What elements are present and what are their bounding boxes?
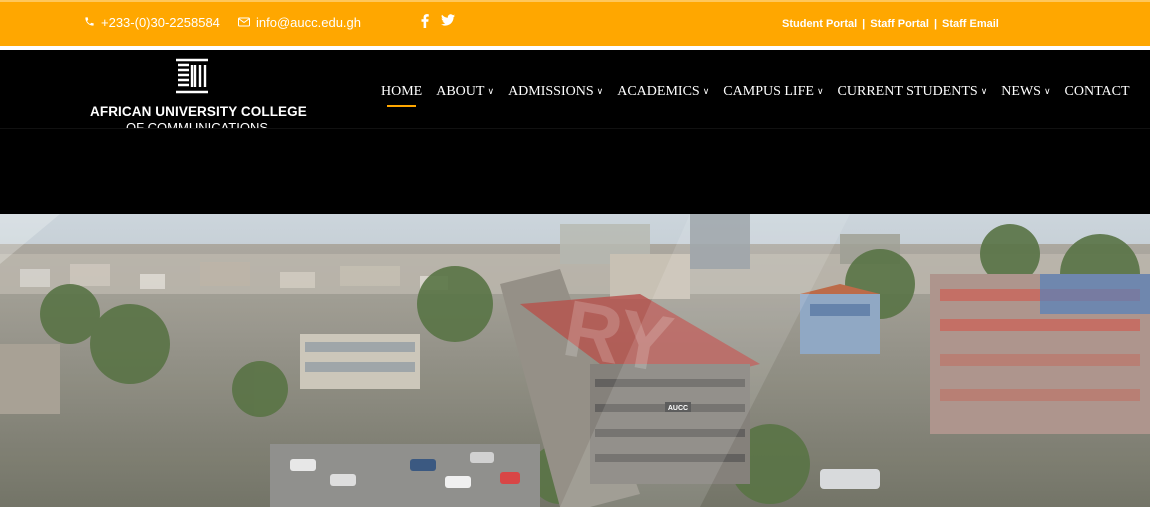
separator: | (862, 18, 866, 30)
twitter-icon[interactable] (441, 14, 455, 32)
nav-academics[interactable]: ACADEMICS ∨ (617, 84, 709, 100)
nav-label: ADMISSIONS (508, 84, 594, 99)
nav-news[interactable]: NEWS ∨ (1001, 84, 1050, 100)
campus-aerial-photo: AUCC RY (0, 214, 1150, 507)
top-contact-bar: +233-(0)30-2258584 info@aucc.edu.gh Stud… (0, 0, 1150, 46)
nav-campus-life[interactable]: CAMPUS LIFE ∨ (723, 84, 823, 100)
nav-about[interactable]: ABOUT ∨ (436, 84, 494, 100)
main-nav: HOME ABOUT ∨ ADMISSIONS ∨ ACADEMICS ∨ CA… (381, 84, 1144, 107)
header-spacer (0, 128, 1150, 215)
phone-text: +233-(0)30-2258584 (101, 15, 220, 30)
hero-image: AUCC RY (0, 214, 1150, 507)
chevron-down-icon: ∨ (702, 87, 710, 97)
main-header: AFRICAN UNIVERSITY COLLEGE OF COMMUNICAT… (0, 50, 1150, 135)
envelope-icon (238, 16, 250, 30)
site-logo[interactable]: AFRICAN UNIVERSITY COLLEGE OF COMMUNICAT… (90, 56, 307, 135)
aucc-logo-mark-icon (176, 58, 208, 94)
nav-label: CONTACT (1064, 84, 1130, 99)
chevron-down-icon: ∨ (596, 87, 604, 97)
student-portal-link[interactable]: Student Portal (782, 18, 857, 30)
chevron-down-icon: ∨ (1043, 87, 1051, 97)
portal-links: Student Portal | Staff Portal | Staff Em… (782, 18, 999, 30)
phone-contact[interactable]: +233-(0)30-2258584 (84, 15, 220, 30)
social-links (421, 14, 455, 32)
staff-portal-link[interactable]: Staff Portal (870, 18, 929, 30)
nav-contact[interactable]: CONTACT (1065, 84, 1130, 100)
staff-email-link[interactable]: Staff Email (942, 18, 999, 30)
nav-label: HOME (381, 84, 423, 99)
nav-current-students[interactable]: CURRENT STUDENTS ∨ (838, 84, 988, 100)
email-contact[interactable]: info@aucc.edu.gh (238, 15, 361, 30)
separator: | (933, 18, 938, 30)
chevron-down-icon: ∨ (816, 87, 824, 97)
nav-label: CURRENT STUDENTS (837, 84, 978, 99)
nav-home[interactable]: HOME (381, 84, 423, 107)
nav-admissions[interactable]: ADMISSIONS ∨ (508, 84, 603, 100)
logo-title: AFRICAN UNIVERSITY COLLEGE (90, 104, 307, 119)
nav-label: NEWS (1001, 84, 1041, 99)
email-text: info@aucc.edu.gh (256, 15, 361, 30)
chevron-down-icon: ∨ (980, 87, 988, 97)
nav-label: ABOUT (436, 84, 485, 99)
chevron-down-icon: ∨ (487, 87, 495, 97)
nav-label: CAMPUS LIFE (723, 84, 814, 99)
nav-label: ACADEMICS (617, 84, 700, 99)
facebook-icon[interactable] (421, 14, 429, 32)
phone-icon (84, 16, 95, 30)
